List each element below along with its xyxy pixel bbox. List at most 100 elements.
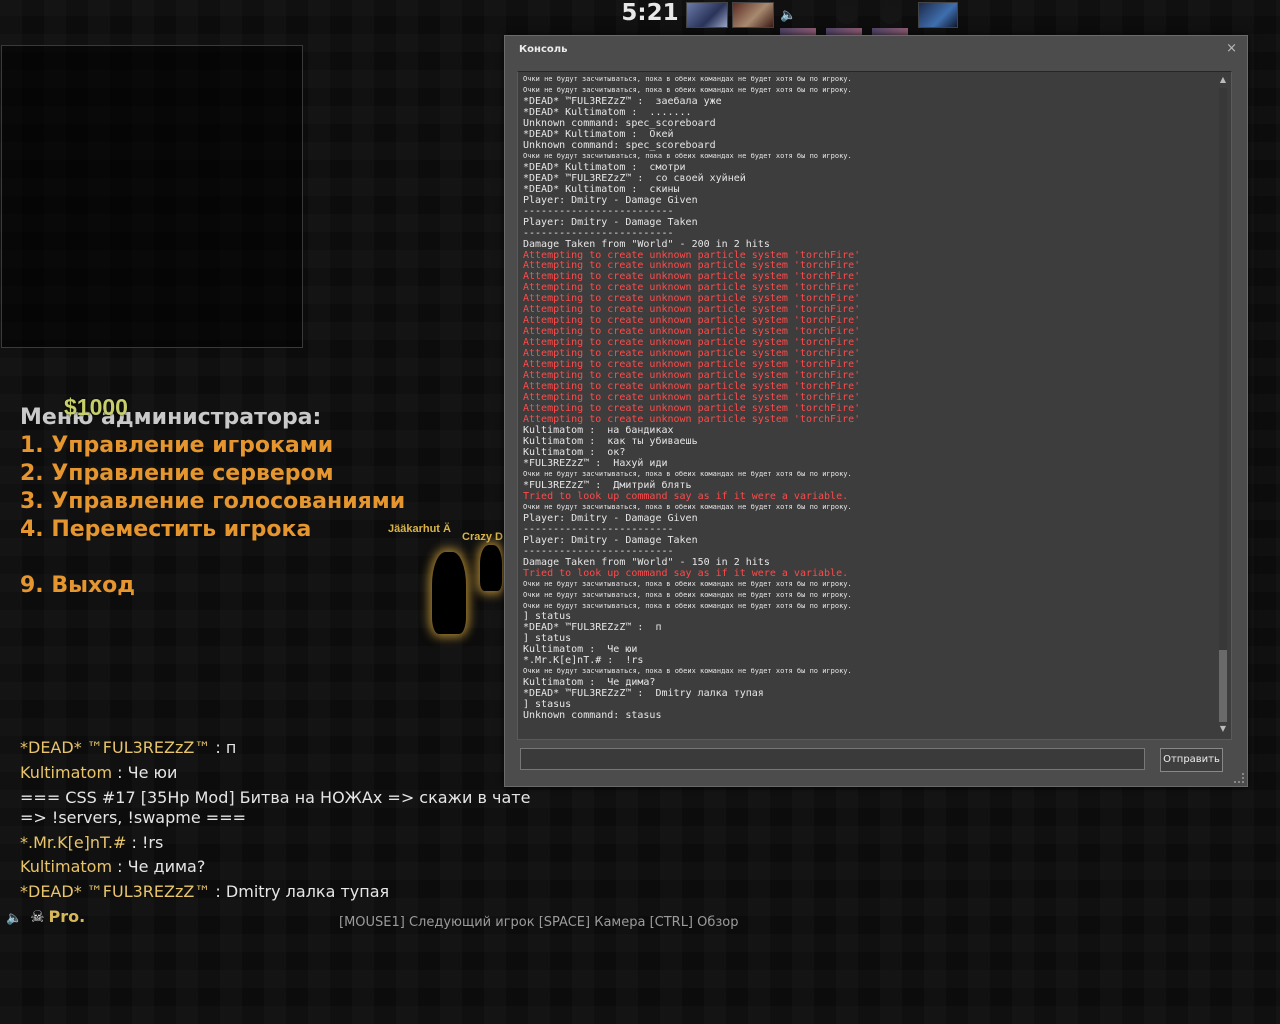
player-avatar xyxy=(686,2,728,28)
player-avatar xyxy=(918,2,958,28)
console-log-line: *DEAD* ™FUL3REZzZ™ : п xyxy=(523,622,662,634)
chat-text: => !servers, !swapme === xyxy=(20,808,246,827)
console-log-line: Attempting to create unknown particle sy… xyxy=(523,348,861,360)
chat-message: *.Mr.K[e]nT.# : !rs xyxy=(20,833,163,852)
chat-sender: Kultimatom xyxy=(20,857,113,876)
console-log-line: Attempting to create unknown particle sy… xyxy=(523,359,861,371)
console-log-line: ------------------------- xyxy=(523,545,674,557)
console-command-input[interactable] xyxy=(520,748,1145,770)
admin-menu-item-exit[interactable]: 9. Выход xyxy=(20,573,135,598)
console-log-line: Attempting to create unknown particle sy… xyxy=(523,249,861,261)
console-log-line: Attempting to create unknown particle sy… xyxy=(523,260,861,272)
round-timer: 5:21 xyxy=(621,0,679,26)
chat-text: !rs xyxy=(141,833,164,852)
console-log-line: *FUL3REZzZ™ : Дмитрий блять xyxy=(523,479,692,491)
console-log-line: *DEAD* Kultimatom : Окей xyxy=(523,128,674,140)
console-log-line: *DEAD* Kultimatom : смотри xyxy=(523,161,686,173)
console-log-line: ] stasus xyxy=(523,699,572,711)
console-log-line: Attempting to create unknown particle sy… xyxy=(523,271,861,283)
admin-menu-item-players[interactable]: 1. Управление игроками xyxy=(20,433,333,458)
chat-sender: *.Mr.K[e]nT.# xyxy=(20,833,127,852)
console-log-line: Damage Taken from "World" - 150 in 2 hit… xyxy=(523,556,770,568)
console-log-line: Kultimatom : как ты убиваешь xyxy=(523,435,698,447)
radar-box xyxy=(1,45,303,348)
scroll-down-icon[interactable]: ▼ xyxy=(1217,723,1229,735)
console-log-line: Kultimatom : Че юи xyxy=(523,644,638,656)
dead-player-slot xyxy=(836,4,858,24)
chat-message: *DEAD* ™FUL3REZzZ™ : Dmitry лалка тупая xyxy=(20,882,389,901)
console-log-line: ------------------------- xyxy=(523,523,674,535)
console-log-line: Player: Dmitry - Damage Given xyxy=(523,512,698,524)
money-display: $1000 xyxy=(64,394,128,420)
speaker-icon: 🔈 xyxy=(780,8,797,23)
console-log-line: Очки не будут засчитываться, пока в обеи… xyxy=(523,502,852,511)
scroll-thumb[interactable] xyxy=(1219,650,1227,722)
console-log-line: Attempting to create unknown particle sy… xyxy=(523,370,861,382)
spectator-controls-hint: [MOUSE1] Следующий игрок [SPACE] Камера … xyxy=(339,915,739,930)
player-name-tag: Jääkarhut Ä xyxy=(388,523,451,535)
console-log-line: Очки не будут засчитываться, пока в обеи… xyxy=(523,579,852,588)
console-log-line: Очки не будут засчитываться, пока в обеи… xyxy=(523,601,852,610)
console-log-line: Attempting to create unknown particle sy… xyxy=(523,293,861,305)
console-log-line: Tried to look up command say as if it we… xyxy=(523,567,849,579)
console-window[interactable]: Консоль × Очки не будут засчитываться, п… xyxy=(504,35,1248,787)
chat-message: === CSS #17 [35Hp Mod] Битва на НОЖАх =>… xyxy=(20,788,530,807)
console-log-line: *DEAD* Kultimatom : ....... xyxy=(523,106,692,118)
voice-indicator: 🔈 ☠ Pro. xyxy=(6,907,85,926)
console-log-line: Attempting to create unknown particle sy… xyxy=(523,403,861,415)
console-log-line: Очки не будут засчитываться, пока в обеи… xyxy=(523,151,852,160)
chat-separator: : xyxy=(112,857,128,876)
console-log-line: *DEAD* ™FUL3REZzZ™ : заебала уже xyxy=(523,95,722,107)
console-title: Консоль xyxy=(519,44,568,55)
console-log-line: Attempting to create unknown particle sy… xyxy=(523,392,861,404)
admin-menu-item-server[interactable]: 2. Управление сервером xyxy=(20,461,334,486)
console-log-line: Player: Dmitry - Damage Taken xyxy=(523,216,698,228)
chat-message: *DEAD* ™FUL3REZzZ™ : п xyxy=(20,738,236,757)
console-log-line: *FUL3REZzZ™ : Нахуй иди xyxy=(523,457,668,469)
console-log-line: Damage Taken from "World" - 200 in 2 hit… xyxy=(523,238,770,250)
chat-separator: : xyxy=(126,833,142,852)
chat-sender: *DEAD* ™FUL3REZzZ™ xyxy=(20,882,211,901)
console-log-line: Kultimatom : Че дима? xyxy=(523,677,656,689)
console-log-line: Attempting to create unknown particle sy… xyxy=(523,304,861,316)
console-log-panel[interactable]: Очки не будут засчитываться, пока в обеи… xyxy=(517,71,1232,740)
chat-message: => !servers, !swapme === xyxy=(20,808,246,827)
console-log-line: Unknown command: spec_scoreboard xyxy=(523,117,716,129)
console-log-line: Unknown command: stasus xyxy=(523,710,662,722)
admin-menu-item-votes[interactable]: 3. Управление голосованиями xyxy=(20,489,405,514)
chat-message: Kultimatom : Че дима? xyxy=(20,857,205,876)
chat-text: === CSS #17 [35Hp Mod] Битва на НОЖАх =>… xyxy=(20,788,531,807)
player-model xyxy=(480,545,502,591)
close-icon[interactable]: × xyxy=(1226,41,1237,56)
console-scrollbar[interactable]: ▲ ▼ xyxy=(1217,74,1229,735)
dead-player-slot xyxy=(880,4,902,24)
resize-grip[interactable] xyxy=(1234,773,1244,783)
skull-icon: ☠ xyxy=(30,907,45,926)
console-log-line: Очки не будут засчитываться, пока в обеи… xyxy=(523,469,852,478)
chat-sender: Kultimatom xyxy=(20,763,113,782)
console-log-line: Attempting to create unknown particle sy… xyxy=(523,315,861,327)
console-log-line: Player: Dmitry - Damage Given xyxy=(523,194,698,206)
chat-message: Kultimatom : Че юи xyxy=(20,763,177,782)
console-log-line: *DEAD* ™FUL3REZzZ™ : Dmitry лалка тупая xyxy=(523,688,764,700)
console-log-line: Attempting to create unknown particle sy… xyxy=(523,414,861,425)
chat-text: Dmitry лалка тупая xyxy=(225,882,390,901)
chat-text: Че дима? xyxy=(127,857,206,876)
chat-separator: : xyxy=(112,763,128,782)
chat-sender: *DEAD* ™FUL3REZzZ™ xyxy=(20,738,211,757)
chat-text: п xyxy=(225,738,237,757)
console-log-line: Очки не будут засчитываться, пока в обеи… xyxy=(523,85,852,94)
send-button[interactable]: Отправить xyxy=(1160,748,1223,772)
player-model xyxy=(432,552,466,634)
console-log-line: Kultimatom : на бандиках xyxy=(523,425,674,436)
console-log-line: ] status xyxy=(523,633,572,645)
console-log-line: Очки не будут засчитываться, пока в обеи… xyxy=(523,667,852,676)
player-name-tag: Crazy D xyxy=(462,531,503,543)
console-log-line: *DEAD* ™FUL3REZzZ™ : со своей хуйней xyxy=(523,172,746,184)
scroll-track[interactable] xyxy=(1219,88,1227,721)
scroll-up-icon[interactable]: ▲ xyxy=(1217,74,1229,86)
chat-separator: : xyxy=(210,738,226,757)
console-log-line: Attempting to create unknown particle sy… xyxy=(523,381,861,393)
console-log-line: Очки не будут засчитываться, пока в обеи… xyxy=(523,75,852,83)
admin-menu-item-move-player[interactable]: 4. Переместить игрока xyxy=(20,517,311,542)
